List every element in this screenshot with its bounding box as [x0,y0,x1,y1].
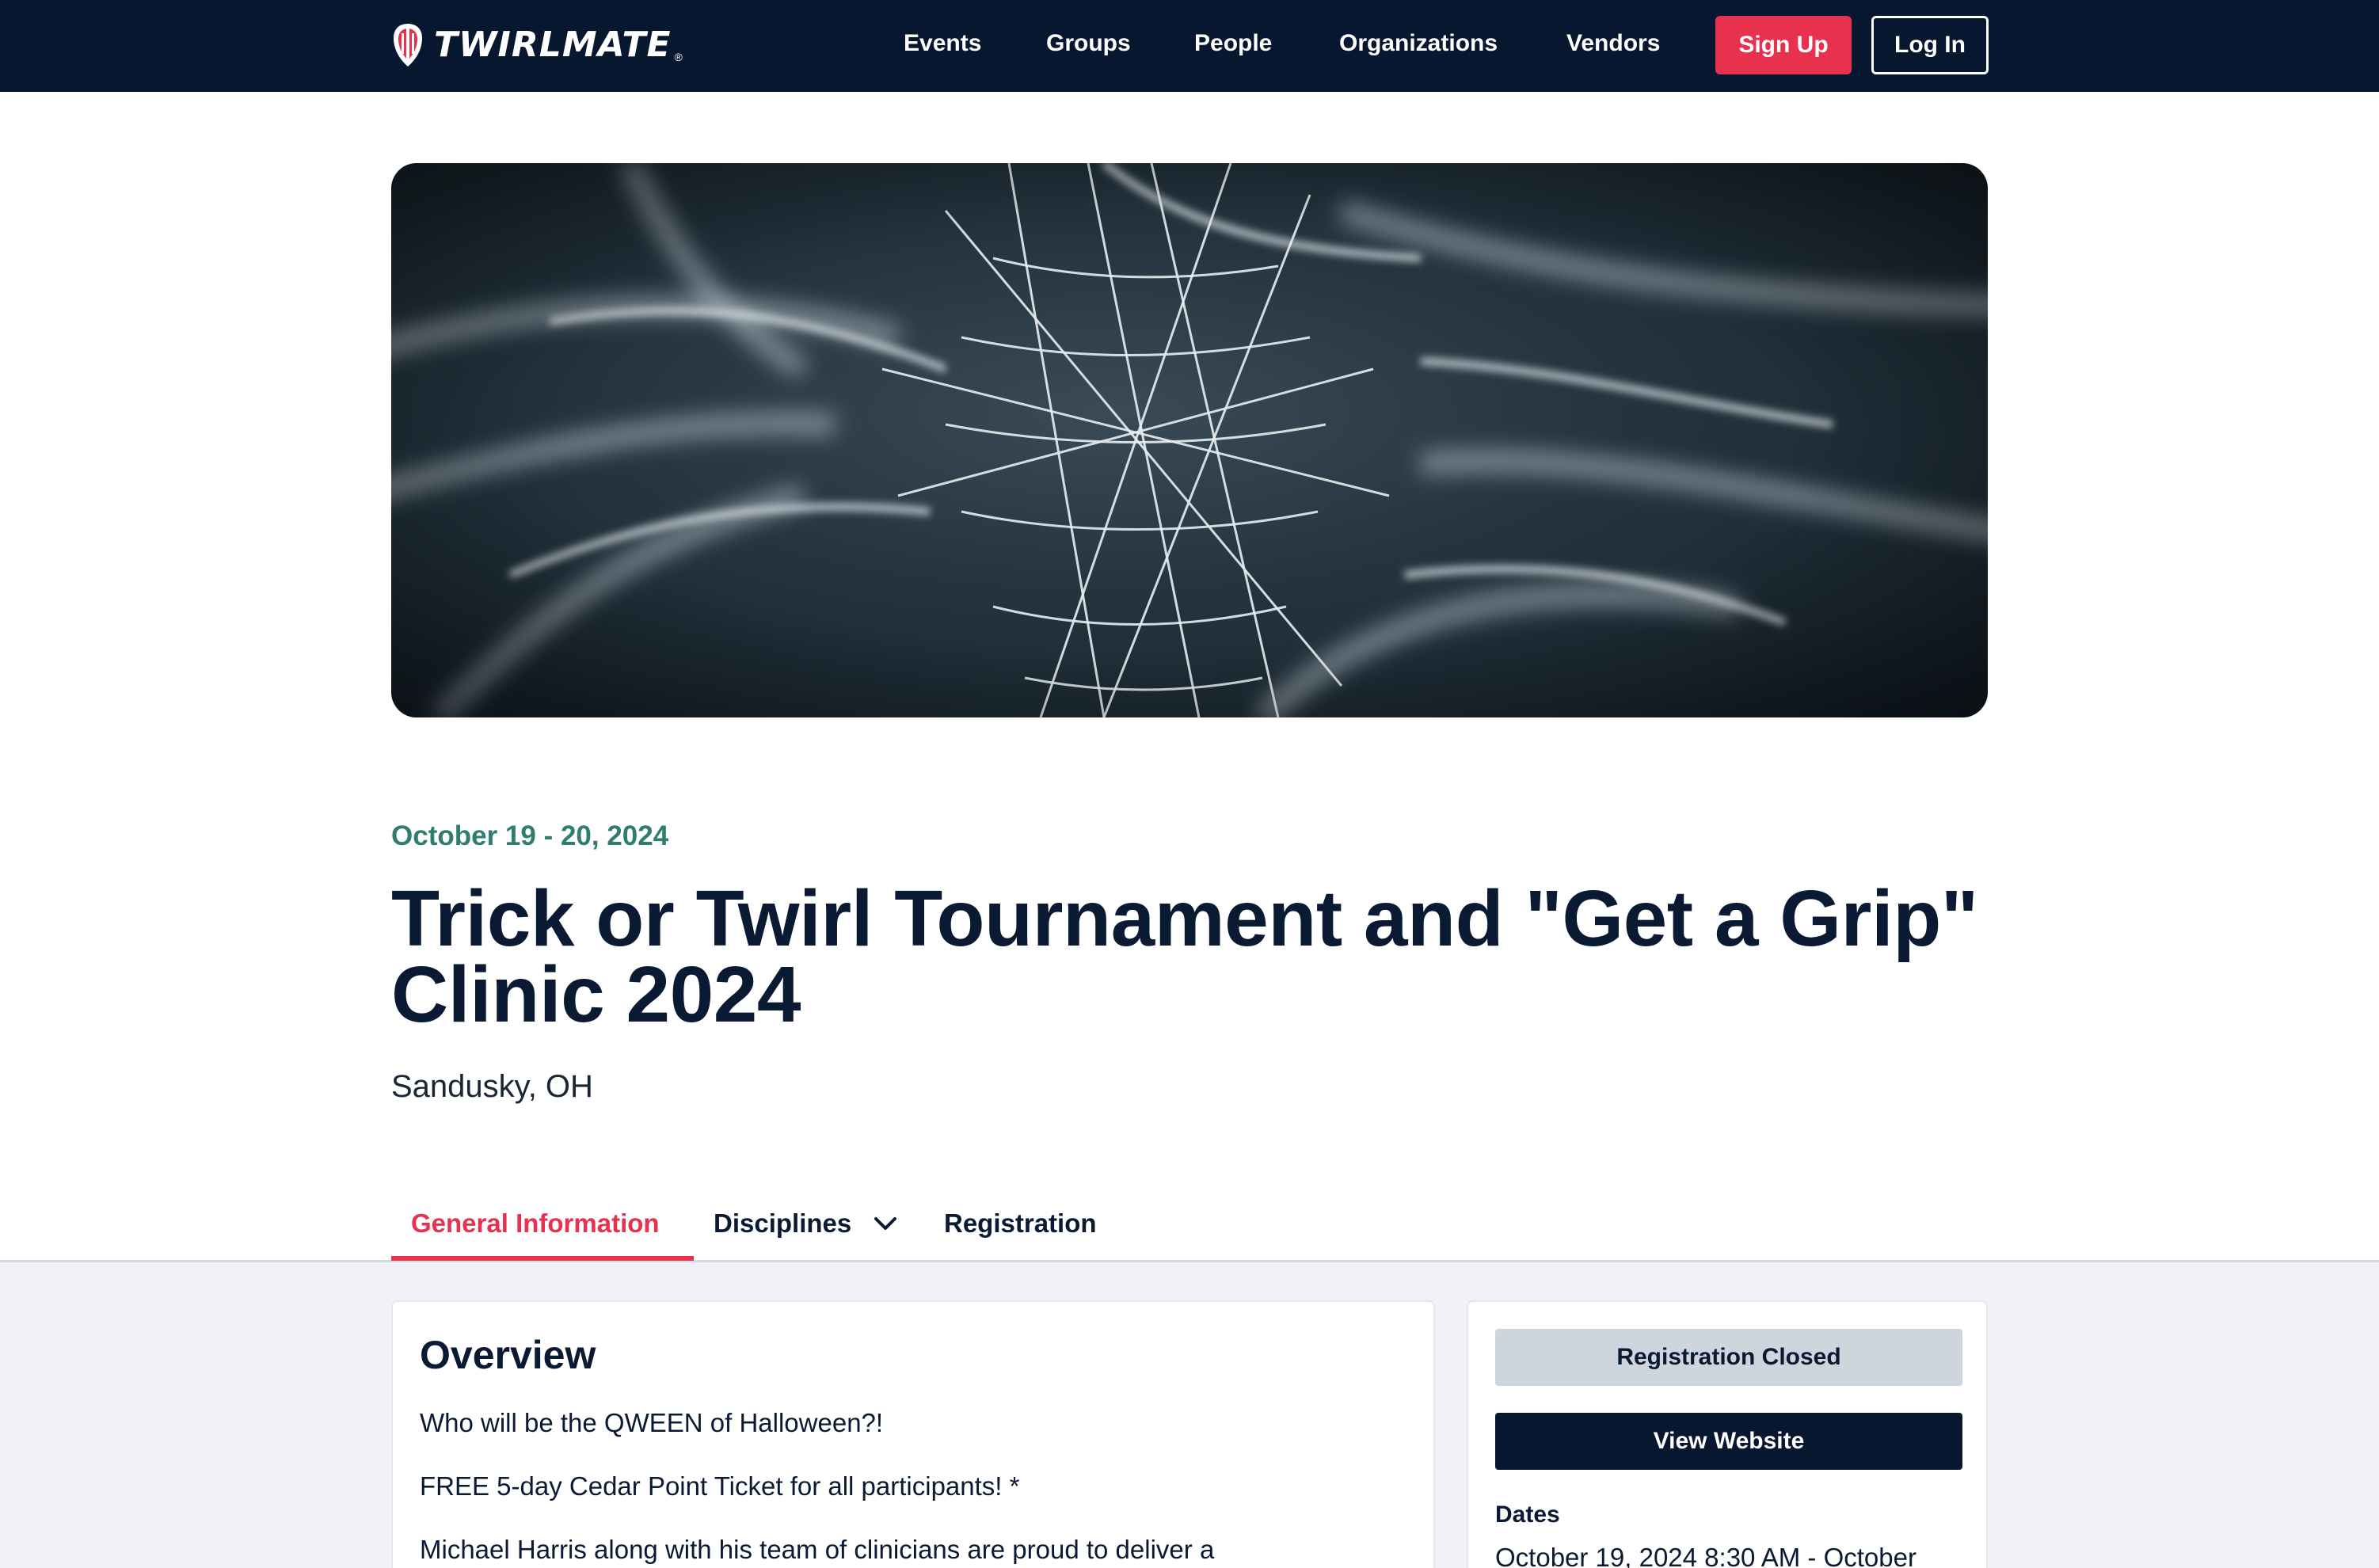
tab-general-information[interactable]: General Information [411,1208,660,1239]
chevron-down-icon [874,1217,897,1230]
top-navbar: TWIRLMATE ® Events Groups People Organiz… [0,0,2379,92]
active-tab-indicator [391,1256,694,1261]
overview-heading: Overview [420,1333,596,1377]
overview-paragraph: Who will be the QWEEN of Halloween?! [420,1408,884,1437]
brand-registered-mark: ® [674,51,683,63]
view-website-button[interactable]: View Website [1495,1413,1962,1470]
sign-up-button[interactable]: Sign Up [1715,16,1852,74]
spider-web-image [391,163,1988,717]
registration-closed-button[interactable]: Registration Closed [1495,1329,1962,1386]
overview-card: Overview Who will be the QWEEN of Hallow… [391,1300,1435,1568]
nav-link-organizations[interactable]: Organizations [1339,30,1498,57]
tab-registration-label: Registration [944,1208,1097,1238]
overview-paragraph: Michael Harris along with his team of cl… [420,1535,1215,1564]
tab-disciplines-label: Disciplines [714,1208,852,1238]
event-title: Trick or Twirl Tournament and "Get a Gri… [391,874,1978,1039]
tab-registration[interactable]: Registration [944,1208,1097,1239]
nav-link-groups[interactable]: Groups [1046,30,1131,57]
nav-link-vendors[interactable]: Vendors [1566,30,1660,57]
nav-link-people[interactable]: People [1194,30,1272,57]
overview-paragraph: FREE 5-day Cedar Point Ticket for all pa… [420,1471,1020,1501]
brand-name: TWIRLMATE [434,25,672,65]
nav-link-events[interactable]: Events [904,30,981,57]
tab-general-information-label: General Information [411,1208,660,1238]
event-tabs: General Information Disciplines Registra… [0,1188,2379,1262]
registration-sidebar-card: Registration Closed View Website Dates O… [1467,1300,1988,1568]
twirlmate-logo[interactable]: TWIRLMATE ® [391,19,683,71]
event-banner-image [391,163,1988,717]
log-in-button[interactable]: Log In [1871,16,1989,74]
twirlmate-shield-icon [394,24,422,67]
event-location: Sandusky, OH [391,1069,593,1104]
dates-label: Dates [1495,1501,1560,1528]
tab-disciplines[interactable]: Disciplines [714,1208,897,1239]
dates-value: October 19, 2024 8:30 AM - October [1495,1543,1917,1568]
event-date: October 19 - 20, 2024 [391,820,669,851]
